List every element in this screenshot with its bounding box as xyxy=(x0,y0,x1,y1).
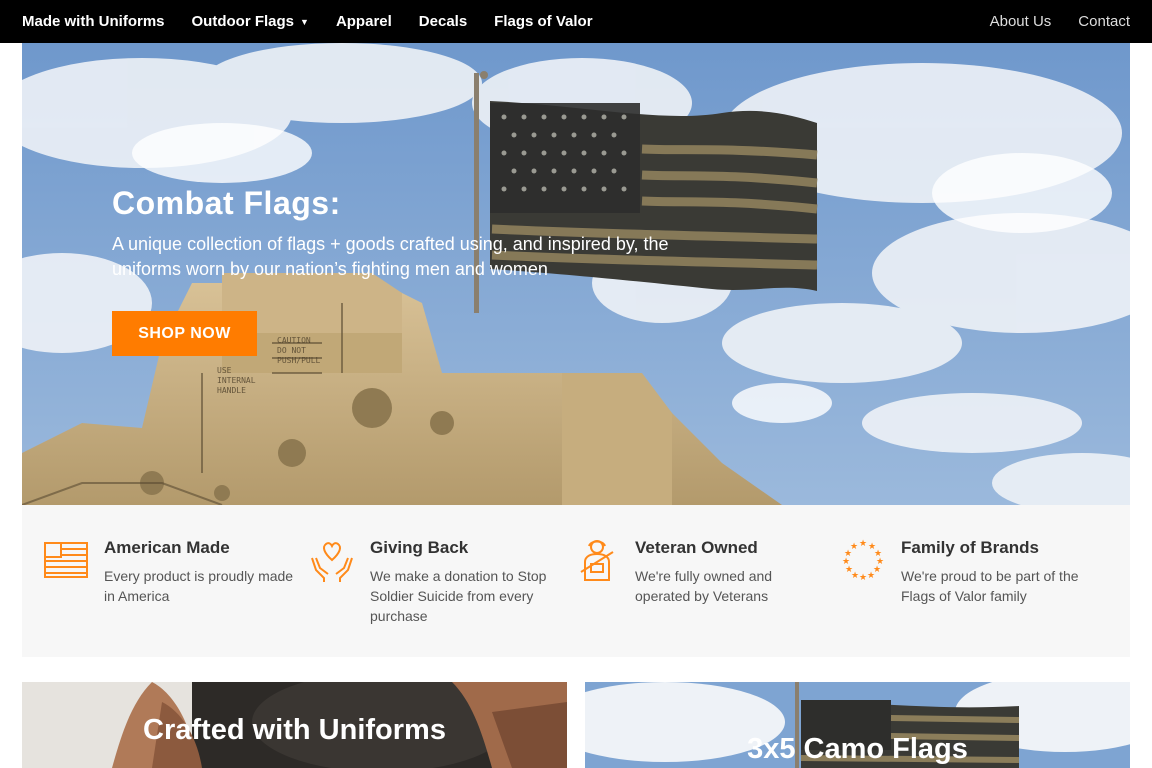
heart-hands-icon xyxy=(311,542,353,582)
feature-title: Giving Back xyxy=(370,538,469,557)
nav-decals[interactable]: Decals xyxy=(419,13,467,30)
feature-text: American Made Every product is proudly m… xyxy=(104,538,294,606)
svg-text:★: ★ xyxy=(859,573,867,582)
svg-text:CAUTION: CAUTION xyxy=(277,336,311,345)
nav-label: Made with Uniforms xyxy=(22,13,165,30)
feature-text: Giving Back We make a donation to Stop S… xyxy=(370,538,560,626)
svg-text:★: ★ xyxy=(850,542,858,552)
nav-label: Flags of Valor xyxy=(494,13,593,30)
chevron-down-icon: ▼ xyxy=(300,16,309,27)
top-navigation: Made with Uniforms Outdoor Flags ▼ Appare… xyxy=(0,0,1152,43)
nav-label: Contact xyxy=(1078,13,1130,30)
nav-flags-of-valor[interactable]: Flags of Valor xyxy=(494,13,592,30)
card-title: Crafted with Uniforms xyxy=(143,714,446,746)
card-title: 3x5 Camo Flags xyxy=(747,733,968,765)
soldier-icon xyxy=(580,540,614,581)
card-crafted-with-uniforms[interactable]: Crafted with Uniforms xyxy=(22,682,567,768)
nav-contact[interactable]: Contact xyxy=(1078,13,1130,30)
feature-description: Every product is proudly made in America xyxy=(104,568,294,604)
feature-strip: American Made Every product is proudly m… xyxy=(22,505,1130,657)
nav-label: Apparel xyxy=(335,13,392,30)
feature-description: We're proud to be part of the Flags of V… xyxy=(901,568,1079,604)
feature-title: Veteran Owned xyxy=(635,538,758,557)
svg-text:USE: USE xyxy=(217,366,232,375)
nav-label: Outdoor Flags xyxy=(191,13,295,30)
hero-title: Combat Flags: xyxy=(112,185,341,221)
nav-right-group: About Us Contact xyxy=(963,13,1130,30)
nav-apparel[interactable]: Apparel xyxy=(336,13,392,30)
nav-label: About Us xyxy=(989,13,1052,30)
feature-description: We're fully owned and operated by Vetera… xyxy=(635,568,773,604)
nav-label: Decals xyxy=(418,13,468,30)
feature-title: Family of Brands xyxy=(901,538,1039,557)
feature-text: Family of Brands We're proud to be part … xyxy=(901,538,1091,606)
svg-text:DO NOT: DO NOT xyxy=(277,346,306,355)
feature-title: American Made xyxy=(104,538,230,557)
nav-left-group: Made with Uniforms Outdoor Flags ▼ Appare… xyxy=(22,13,620,30)
hero-subtitle: A unique collection of flags + goods cra… xyxy=(112,234,669,279)
nav-about-us[interactable]: About Us xyxy=(990,13,1052,30)
star-circle-icon: ★ ★ ★ ★ ★ ★ ★ ★ ★ ★ ★ ★ xyxy=(842,539,884,582)
svg-text:PUSH/PULL: PUSH/PULL xyxy=(277,356,321,365)
card-3x5-camo-flags[interactable]: 3x5 Camo Flags xyxy=(585,682,1130,768)
flag-icon xyxy=(44,542,88,578)
nav-made-with-uniforms[interactable]: Made with Uniforms xyxy=(22,13,165,30)
svg-text:★: ★ xyxy=(867,571,875,581)
shop-now-button[interactable]: SHOP NOW xyxy=(112,311,257,356)
feature-text: Veteran Owned We're fully owned and oper… xyxy=(635,538,825,606)
svg-text:HANDLE: HANDLE xyxy=(217,386,246,395)
feature-description: We make a donation to Stop Soldier Suici… xyxy=(370,568,547,624)
svg-text:INTERNAL: INTERNAL xyxy=(217,376,256,385)
nav-outdoor-flags[interactable]: Outdoor Flags ▼ xyxy=(192,13,309,30)
svg-text:★: ★ xyxy=(859,539,867,549)
hero-banner: CAUTION DO NOT PUSH/PULL USE INTERNAL HA… xyxy=(22,43,1130,505)
